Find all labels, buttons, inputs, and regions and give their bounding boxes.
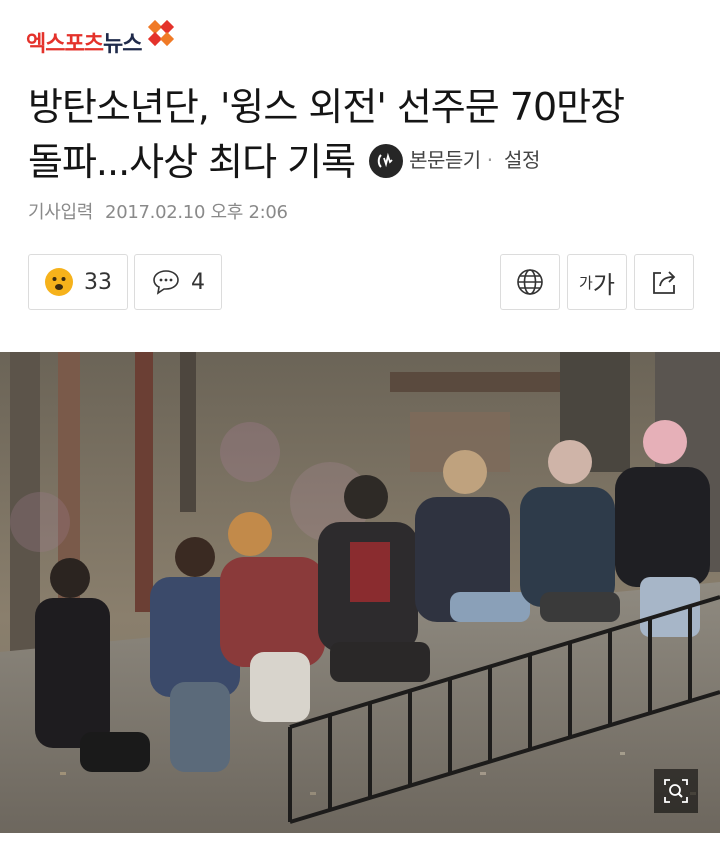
listen-icon[interactable]	[369, 143, 404, 178]
date-label: 기사입력	[28, 202, 94, 223]
zoom-icon	[664, 779, 688, 803]
comment-icon	[153, 270, 179, 295]
font-size-small-label: 가	[579, 273, 593, 292]
comment-count: 4	[191, 269, 205, 295]
translate-button[interactable]	[500, 254, 560, 310]
like-count: 33	[84, 269, 112, 295]
site-logo[interactable]: 엑스포츠뉴스	[26, 20, 176, 62]
headline-line-1: 방탄소년단, '윙스 외전' 선주문 70만장	[28, 85, 625, 129]
comment-button[interactable]: 4	[134, 254, 222, 310]
like-button[interactable]: 33	[28, 254, 128, 310]
headline-line-2: 돌파...사상 최다 기록 본문듣기 · 설정	[28, 135, 698, 192]
share-icon	[653, 271, 676, 294]
share-button[interactable]	[634, 254, 694, 310]
settings-button[interactable]: 설정	[504, 133, 540, 188]
article-headline: 방탄소년단, '윙스 외전' 선주문 70만장 돌파...사상 최다 기록 본문듣…	[28, 80, 698, 192]
listen-controls: 본문듣기 · 설정	[369, 133, 540, 188]
font-size-button[interactable]: 가가	[567, 254, 627, 310]
logo-text: 엑스포츠뉴스	[26, 32, 142, 57]
date-value: 2017.02.10 오후 2:06	[105, 202, 288, 223]
logo-mark-icon	[148, 20, 175, 47]
globe-icon	[517, 269, 543, 295]
separator: ·	[486, 148, 493, 172]
article-page: 엑스포츠뉴스 방탄소년단, '윙스 외전' 선주문 70만장 돌파...사상 최…	[0, 0, 720, 868]
zoom-button[interactable]	[654, 769, 698, 813]
article-photo[interactable]	[0, 352, 720, 833]
font-size-big-label: 가	[592, 270, 615, 299]
article-meta: 기사입력 2017.02.10 오후 2:06	[28, 198, 288, 224]
listen-button[interactable]: 본문듣기	[409, 133, 481, 188]
group-photo-image	[0, 352, 720, 833]
smiley-icon	[45, 268, 73, 296]
